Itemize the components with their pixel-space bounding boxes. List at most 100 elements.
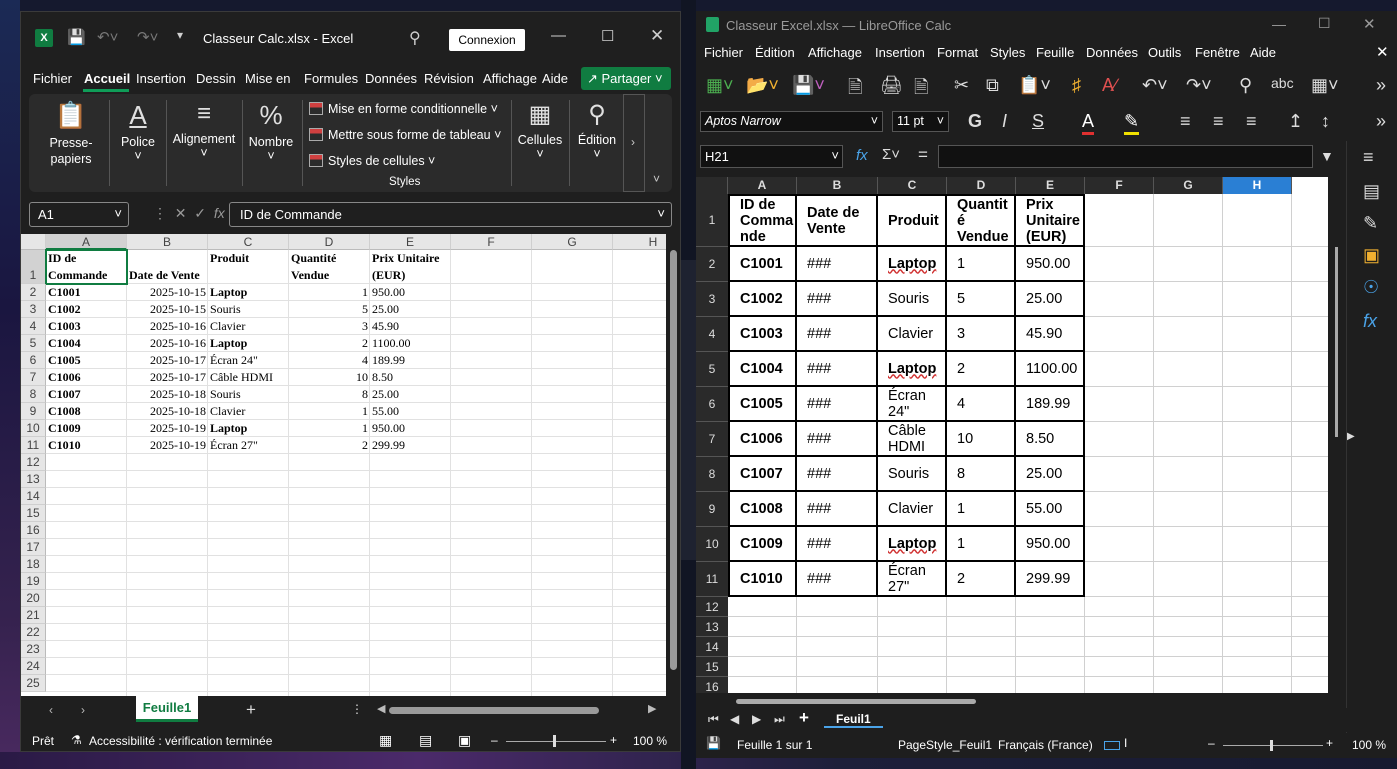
row-header[interactable]: 20 (21, 590, 46, 607)
copy-icon[interactable]: ⧉ (986, 75, 999, 96)
row-header[interactable]: 8 (696, 457, 728, 492)
print-preview-icon[interactable]: 🗎 (914, 75, 928, 105)
redo-icon[interactable]: ↷˅ (137, 28, 158, 46)
row-header[interactable]: 15 (21, 505, 46, 522)
sidebar-close-icon[interactable]: ✕ (1376, 43, 1389, 61)
row-header[interactable]: 2 (696, 247, 728, 282)
data-cell[interactable]: 2025-10-17 (127, 369, 208, 386)
save-icon[interactable]: 💾˅ (792, 75, 825, 96)
data-cell[interactable]: Écran 24" (208, 352, 289, 369)
data-cell[interactable]: 950.00 (370, 420, 451, 437)
ribbon-more-button[interactable]: › (623, 94, 645, 192)
data-cell[interactable]: 10 (289, 369, 370, 386)
column-header[interactable]: H (613, 234, 666, 250)
row-header[interactable]: 5 (696, 352, 728, 387)
calc-grid[interactable]: A B C D E F G H 1 ID de Comma nde Date de Vente Pro… (696, 177, 1328, 693)
row-header[interactable]: 11 (21, 437, 46, 454)
data-cell[interactable]: 950.00 (1016, 247, 1085, 282)
data-cell[interactable]: C1007 (46, 386, 127, 403)
data-cell[interactable]: 2025-10-19 (127, 420, 208, 437)
zoom-level[interactable]: 100 % (633, 734, 667, 748)
data-cell[interactable]: C1004 (46, 335, 127, 352)
data-cell[interactable]: 1 (289, 403, 370, 420)
row-header[interactable]: 14 (21, 488, 46, 505)
menu-format[interactable]: Format (937, 45, 978, 60)
data-cell[interactable]: 1 (947, 247, 1016, 282)
properties-icon[interactable]: ▤ (1363, 181, 1380, 202)
tab-accueil[interactable]: Accueil (84, 71, 130, 86)
data-cell[interactable]: C1002 (46, 301, 127, 318)
data-cell[interactable]: ### (797, 317, 878, 352)
data-cell[interactable]: 2025-10-16 (127, 335, 208, 352)
first-sheet-icon[interactable]: ⏮ (708, 712, 719, 727)
data-cell[interactable]: Laptop (878, 352, 947, 387)
row-header[interactable]: 1 (696, 194, 728, 247)
page-layout-icon[interactable]: ▤ (419, 732, 432, 749)
data-cell[interactable]: 8 (289, 386, 370, 403)
column-header[interactable]: B (127, 234, 208, 250)
horizontal-scroll-thumb[interactable] (736, 699, 976, 704)
scroll-thumb[interactable] (670, 250, 677, 670)
editing-group[interactable]: ⚲ Édition ˅ (572, 100, 622, 161)
row-header[interactable]: 17 (21, 539, 46, 556)
tab-affichage[interactable]: Affichage (483, 71, 537, 86)
data-cell[interactable]: C1003 (46, 318, 127, 335)
data-cell[interactable]: 299.99 (1016, 562, 1085, 597)
data-cell[interactable]: C1009 (46, 420, 127, 437)
data-cell[interactable]: C1010 (46, 437, 127, 454)
zoom-out-icon[interactable]: – (491, 733, 498, 747)
scroll-right-icon[interactable]: ▶ (648, 702, 656, 715)
data-cell[interactable]: 189.99 (1016, 387, 1085, 422)
navigator-icon[interactable]: ☉ (1363, 277, 1379, 298)
data-cell[interactable]: Laptop (208, 284, 289, 301)
row-header[interactable]: 21 (21, 607, 46, 624)
data-cell[interactable]: 4 (947, 387, 1016, 422)
data-cell[interactable]: 1100.00 (370, 335, 451, 352)
data-cell[interactable]: 3 (289, 318, 370, 335)
column-header[interactable]: E (370, 234, 451, 250)
data-cell[interactable]: Écran 27" (878, 562, 947, 597)
row-header[interactable]: 24 (21, 658, 46, 675)
vertical-scrollbar[interactable] (1329, 177, 1345, 693)
data-cell[interactable]: Laptop (878, 247, 947, 282)
next-sheet-icon[interactable]: ▶ (752, 712, 761, 726)
row-header[interactable]: 18 (21, 556, 46, 573)
data-cell[interactable]: 2025-10-19 (127, 437, 208, 454)
menu-fichier[interactable]: Fichier (704, 45, 743, 60)
data-cell[interactable]: 2025-10-18 (127, 403, 208, 420)
row-header[interactable]: 12 (696, 597, 728, 617)
data-cell[interactable]: 299.99 (370, 437, 451, 454)
column-header[interactable]: D (947, 177, 1016, 194)
column-header[interactable]: G (532, 234, 613, 250)
menu-styles[interactable]: Styles (990, 45, 1025, 60)
data-cell[interactable]: C1004 (728, 352, 797, 387)
data-cell[interactable]: 1 (289, 284, 370, 301)
data-cell[interactable]: 1 (289, 420, 370, 437)
column-header[interactable]: H (1223, 177, 1292, 194)
row-header[interactable]: 5 (21, 335, 46, 352)
font-size-box[interactable]: 11 pt ˅ (892, 111, 949, 132)
header-cell[interactable]: Quantit é Vendue (947, 194, 1016, 247)
cells-group[interactable]: ▦ Cellules ˅ (515, 100, 565, 161)
data-cell[interactable]: Laptop (878, 527, 947, 562)
menu-aide[interactable]: Aide (1250, 45, 1276, 60)
menu-fenetre[interactable]: Fenêtre (1195, 45, 1240, 60)
clipboard-group[interactable]: 📋 Presse-papiers (41, 100, 101, 167)
data-cell[interactable]: 25.00 (370, 386, 451, 403)
tab-mise-en-page[interactable]: Mise en (245, 71, 291, 86)
row-header[interactable]: 8 (21, 386, 46, 403)
column-header[interactable]: F (1085, 177, 1154, 194)
column-header[interactable]: G (1154, 177, 1223, 194)
row-header[interactable]: 9 (696, 492, 728, 527)
sheet-tab-feuil1[interactable]: Feuil1 (824, 712, 883, 728)
data-cell[interactable]: 950.00 (1016, 527, 1085, 562)
data-cell[interactable]: 3 (947, 317, 1016, 352)
row-header[interactable]: 7 (21, 369, 46, 386)
data-cell[interactable]: 4 (289, 352, 370, 369)
data-cell[interactable]: C1005 (728, 387, 797, 422)
row-header[interactable]: 13 (696, 617, 728, 637)
prev-sheet-icon[interactable]: ◀ (730, 712, 739, 726)
formula-bar[interactable] (938, 145, 1313, 168)
data-cell[interactable]: Écran 27" (208, 437, 289, 454)
tab-aide[interactable]: Aide (542, 71, 568, 86)
